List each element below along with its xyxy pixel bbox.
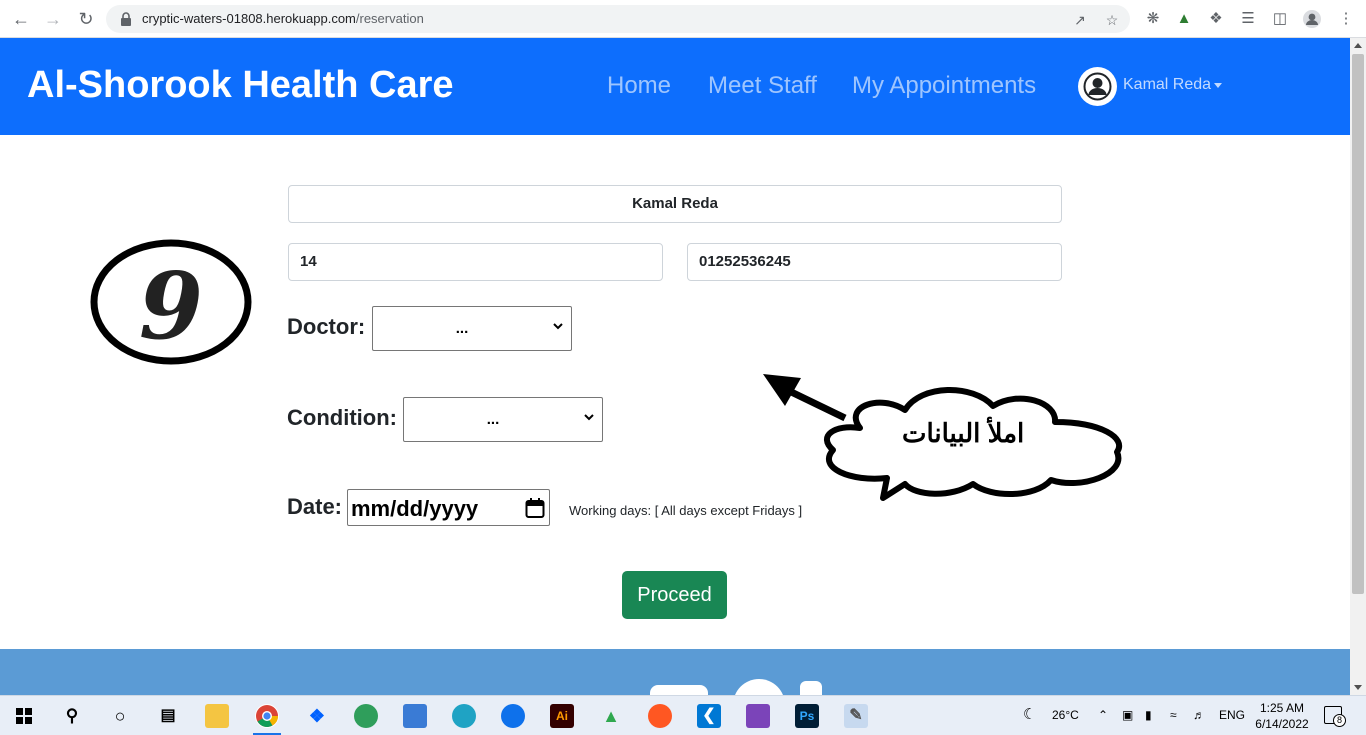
working-days-note: Working days: [ All days except Fridays … (569, 503, 803, 518)
chevron-up-icon[interactable]: ⌃ (1098, 708, 1108, 722)
nav-link-meet-staff[interactable]: Meet Staff (708, 72, 817, 100)
rocket-app-icon[interactable]: ▲ (599, 704, 623, 728)
notification-center-icon[interactable]: 8 (1324, 706, 1346, 727)
visual-studio-icon[interactable] (746, 704, 770, 728)
step-number-text: 9 (139, 252, 203, 360)
clock-time: 1:25 AM (1259, 701, 1305, 715)
phone-field[interactable]: 01252536245 (687, 243, 1062, 281)
condition-label: Condition: (287, 405, 397, 430)
dropdown-caret-icon[interactable] (1214, 83, 1222, 88)
page-viewport: Al-Shorook Health Care Home Meet Staff M… (0, 38, 1350, 695)
back-icon[interactable]: ← (9, 7, 33, 31)
age-field[interactable]: 14 (288, 243, 663, 281)
scroll-down-icon[interactable] (1354, 685, 1362, 690)
footer-social-icon[interactable] (800, 681, 822, 695)
nav-link-home[interactable]: Home (607, 72, 671, 100)
photoshop-icon[interactable]: Ps (795, 704, 819, 728)
cortana-icon[interactable]: ○ (108, 704, 132, 728)
edge-icon[interactable] (452, 704, 476, 728)
user-menu-name[interactable]: Kamal Reda (1123, 76, 1211, 94)
windows-start-icon[interactable] (16, 708, 32, 724)
atom-icon[interactable] (354, 704, 378, 728)
bug-extension-icon[interactable]: ❋ (1143, 9, 1163, 29)
url-text: cryptic-waters-01808.herokuapp.com/reser… (142, 11, 424, 26)
patient-name-field[interactable]: Kamal Reda (288, 185, 1062, 223)
doctor-label: Doctor: (287, 314, 366, 339)
dropbox-icon[interactable]: ❖ (305, 704, 329, 728)
volume-icon[interactable]: ♬ (1193, 708, 1205, 722)
condition-select-value: ... (486, 411, 500, 428)
doctor-select-value: ... (455, 320, 469, 337)
doctor-select[interactable]: ... (372, 306, 572, 351)
forward-icon[interactable]: → (41, 7, 65, 31)
teamviewer-icon[interactable] (501, 704, 525, 728)
weather-temperature[interactable]: 26°C (1052, 708, 1079, 722)
reload-icon[interactable]: ↻ (74, 7, 98, 31)
menu-icon[interactable]: ⋮ (1336, 9, 1356, 29)
site-navbar: Al-Shorook Health Care Home Meet Staff M… (0, 38, 1350, 135)
taskbar-clock[interactable]: 1:25 AM 6/14/2022 (1252, 700, 1312, 732)
meet-now-icon[interactable]: ▣ (1122, 708, 1133, 722)
vscode-icon[interactable]: ❮ (697, 704, 721, 728)
page-scrollbar[interactable] (1350, 38, 1366, 695)
nav-link-my-appointments[interactable]: My Appointments (852, 72, 1036, 100)
notification-count: 8 (1333, 714, 1346, 727)
windows-taskbar: ⚲ ○ ▤ ❖ Ai ▲ ❮ Ps ✎ ☾ 26°C ⌃ ▣ ▮ ≈ ♬ ENG… (0, 695, 1366, 735)
date-placeholder: mm/dd/yyyy (351, 496, 479, 521)
callout-text: املأ البيانات (902, 418, 1025, 448)
moon-weather-icon[interactable]: ☾ (1023, 705, 1036, 723)
scroll-up-icon[interactable] (1354, 43, 1362, 48)
file-explorer-icon[interactable] (205, 704, 229, 728)
date-label: Date: (287, 494, 343, 519)
media-control-icon[interactable]: ☰ (1238, 9, 1258, 29)
chevron-down-icon (553, 323, 563, 330)
calendar-icon[interactable] (525, 497, 545, 519)
user-avatar-icon[interactable] (1078, 67, 1117, 106)
step-number-badge: 9 (90, 239, 252, 365)
paint-icon[interactable]: ✎ (844, 704, 868, 728)
wifi-icon[interactable]: ≈ (1170, 708, 1177, 722)
share-icon[interactable]: ↗ (1071, 11, 1089, 29)
search-icon[interactable]: ⚲ (60, 704, 84, 728)
address-bar[interactable]: cryptic-waters-01808.herokuapp.com/reser… (106, 5, 1130, 33)
browser-toolbar: ← → ↻ cryptic-waters-01808.herokuapp.com… (0, 0, 1366, 38)
bookmark-star-icon[interactable]: ☆ (1103, 11, 1121, 29)
tree-extension-icon[interactable]: ▲ (1174, 9, 1194, 29)
condition-select[interactable]: ... (403, 397, 603, 442)
brand-title[interactable]: Al-Shorook Health Care (27, 64, 454, 107)
battery-icon[interactable]: ▮ (1145, 708, 1152, 722)
profile-icon[interactable] (1302, 9, 1322, 29)
chevron-down-icon (584, 414, 594, 421)
proceed-button[interactable]: Proceed (622, 571, 727, 619)
side-panel-icon[interactable]: ◫ (1270, 9, 1290, 29)
virtualbox-icon[interactable] (403, 704, 427, 728)
illustrator-icon[interactable]: Ai (550, 704, 574, 728)
lock-icon (121, 12, 131, 26)
footer-social-icon[interactable] (733, 679, 785, 695)
footer-social-icon[interactable] (650, 685, 708, 695)
date-input[interactable]: mm/dd/yyyy (347, 489, 550, 526)
puzzle-extensions-icon[interactable]: ❖ (1206, 9, 1226, 29)
task-view-icon[interactable]: ▤ (156, 704, 180, 728)
chrome-icon[interactable] (255, 704, 279, 728)
postman-icon[interactable] (648, 704, 672, 728)
clock-date: 6/14/2022 (1255, 717, 1309, 731)
scrollbar-thumb[interactable] (1352, 54, 1364, 594)
site-footer (0, 649, 1350, 695)
language-indicator[interactable]: ENG (1219, 708, 1245, 722)
